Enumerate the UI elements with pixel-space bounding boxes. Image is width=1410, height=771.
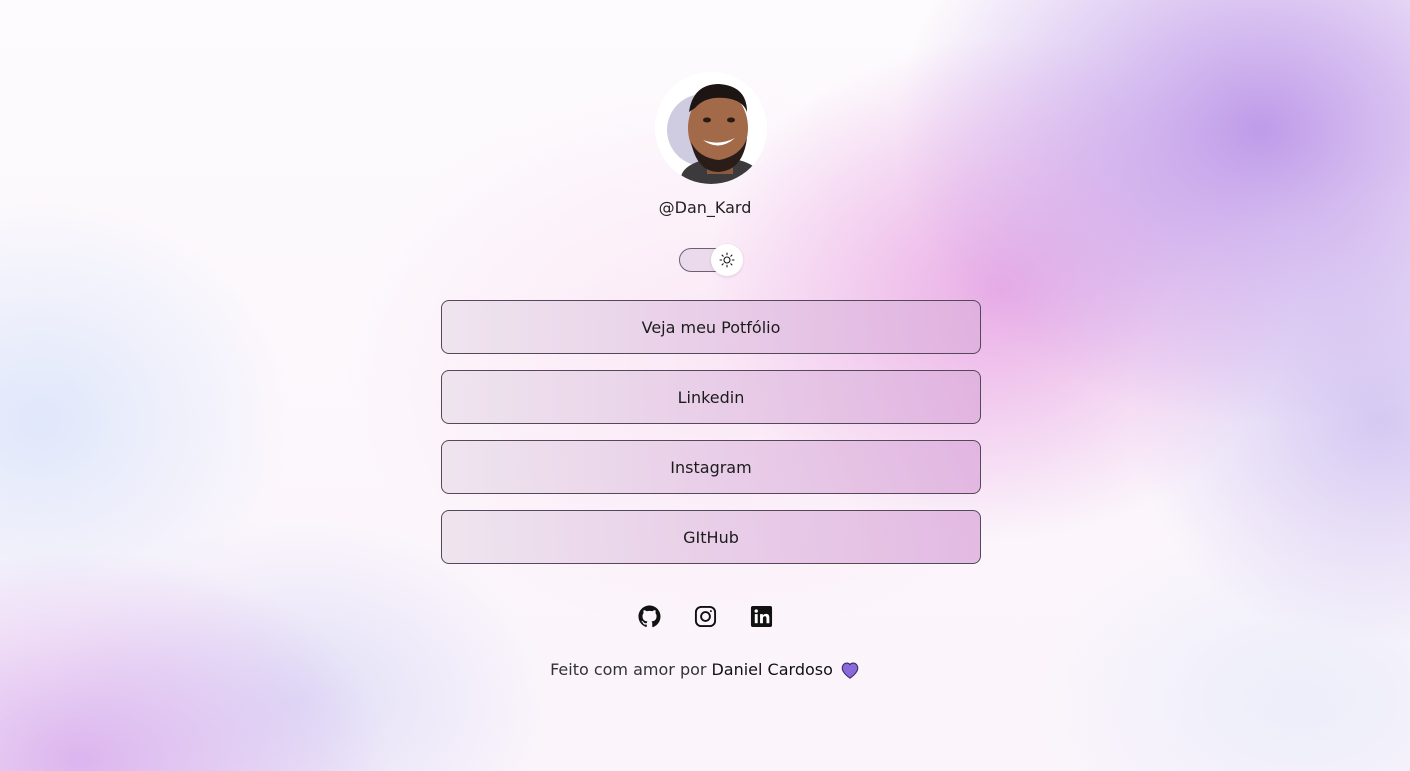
avatar [655,72,767,184]
theme-toggle-knob[interactable] [711,244,743,276]
github-icon [637,604,661,627]
linkedin-icon [750,605,772,627]
avatar-photo [655,72,767,184]
portfolio-link-button[interactable]: Veja meu Potfólio [441,300,981,354]
github-link-button[interactable]: GItHub [441,510,981,564]
instagram-link-button[interactable]: Instagram [441,440,981,494]
github-social-link[interactable] [637,603,661,629]
instagram-icon [694,605,716,627]
sun-icon [719,252,735,268]
link-list: Veja meu Potfólio Linkedin Instagram GIt… [441,300,981,580]
footer-text: Feito com amor por [550,660,707,679]
purple-heart-icon [840,661,860,679]
link-tree-page: @Dan_Kard Veja meu Potfólio Linkedin Ins… [0,0,1410,771]
instagram-social-link[interactable] [693,603,717,629]
linkedin-link-button[interactable]: Linkedin [441,370,981,424]
linkedin-social-link[interactable] [749,603,773,629]
social-icons [0,603,1410,629]
footer: Feito com amor por Daniel Cardoso [0,660,1410,679]
footer-author-link[interactable]: Daniel Cardoso [711,660,832,679]
username: @Dan_Kard [658,198,752,217]
